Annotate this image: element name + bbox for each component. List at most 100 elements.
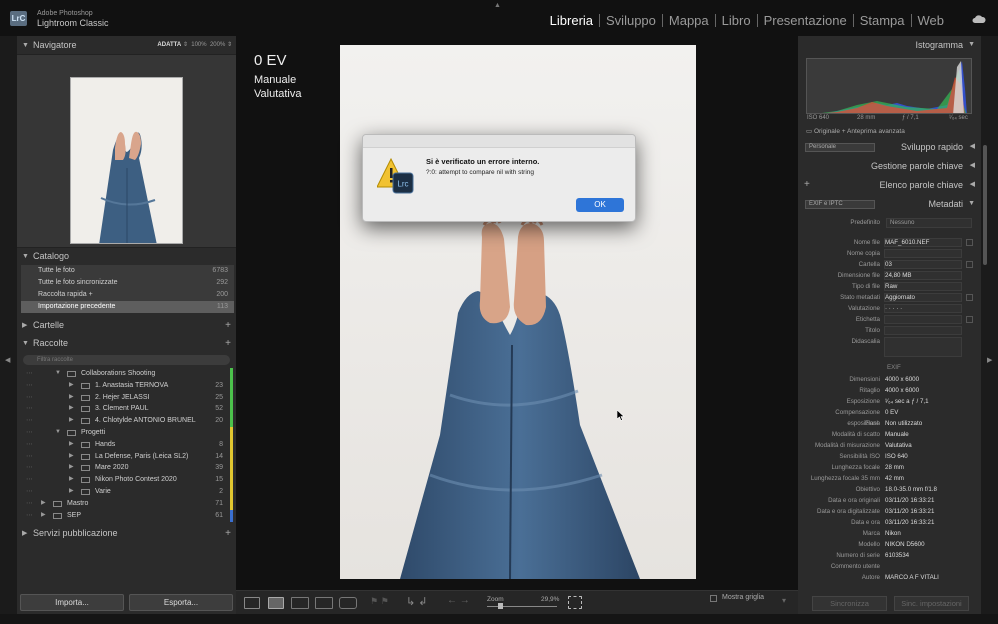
survey-view-icon[interactable] bbox=[315, 597, 333, 609]
add-folder-icon[interactable]: + bbox=[225, 317, 231, 334]
dialog-titlebar[interactable] bbox=[363, 135, 635, 148]
metadata-field-box[interactable] bbox=[884, 249, 962, 258]
expand-triangle-icon[interactable]: ▶ bbox=[69, 380, 74, 392]
collection-item[interactable]: ⋯ ▶ La Defense, Paris (Leica SL2) 14 bbox=[17, 450, 236, 463]
zoom-100[interactable]: 100% bbox=[191, 42, 206, 48]
catalog-item[interactable]: Tutte le foto sincronizzate 292 bbox=[21, 277, 234, 289]
histogram-header[interactable]: Istogramma ▼ bbox=[798, 36, 981, 54]
expand-triangle-icon[interactable]: ◀ bbox=[970, 138, 975, 156]
module-sviluppo[interactable]: Sviluppo bbox=[600, 14, 663, 27]
collections-filter-input[interactable]: Filtra raccolte bbox=[23, 355, 230, 365]
catalog-header[interactable]: ▼ Catalogo bbox=[17, 248, 236, 265]
toolbar-menu-icon[interactable]: ▾ bbox=[782, 596, 786, 605]
module-web[interactable]: Web bbox=[912, 14, 951, 27]
collapse-triangle-icon[interactable]: ▼ bbox=[968, 36, 975, 54]
expand-triangle-icon[interactable]: ▶ bbox=[69, 392, 74, 404]
collection-item[interactable]: ⋯ ▼ Progetti bbox=[17, 426, 236, 439]
module-presentazione[interactable]: Presentazione bbox=[758, 14, 854, 27]
collection-item[interactable]: ⋯ ▶ 3. Clement PAUL 52 bbox=[17, 403, 236, 416]
show-grid-checkbox[interactable] bbox=[710, 595, 717, 602]
publish-header[interactable]: ▶ Servizi pubblicazione + bbox=[17, 525, 236, 542]
collapse-triangle-icon[interactable]: ▼ bbox=[55, 427, 61, 439]
expand-triangle-icon[interactable]: ◀ bbox=[970, 157, 975, 175]
metadata-field-box[interactable] bbox=[884, 326, 962, 335]
quick-develop-header[interactable]: Personale Sviluppo rapido ◀ bbox=[798, 138, 981, 156]
collapse-triangle-icon[interactable]: ▶ bbox=[41, 510, 46, 522]
zoom-200[interactable]: 200% bbox=[210, 42, 225, 48]
loupe-view[interactable]: 0 EV Manuale Valutativa Lrc Si è verific… bbox=[236, 36, 798, 590]
collection-item[interactable]: ⋯ ▶ 2. Hejer JELASSI 25 bbox=[17, 391, 236, 404]
sync-settings-button[interactable]: Sinc. impostazioni bbox=[894, 596, 969, 611]
metadata-field-box[interactable] bbox=[884, 337, 962, 357]
metadata-field-box[interactable] bbox=[884, 260, 962, 269]
catalog-item[interactable]: Raccolta rapida + 200 bbox=[21, 289, 234, 301]
collection-item[interactable]: ⋯ ▶ SEP 61 bbox=[17, 509, 236, 522]
metadata-action-icon[interactable] bbox=[966, 316, 973, 323]
metadata-view-select[interactable]: EXIF e IPTC bbox=[805, 200, 875, 209]
collection-item[interactable]: ⋯ ▶ Mastro 71 bbox=[17, 497, 236, 510]
navigator-header[interactable]: ▼ Navigatore ADATTA ⇕ 100% 200% ⇕ bbox=[17, 37, 236, 54]
folders-header[interactable]: ▶ Cartelle + bbox=[17, 317, 236, 334]
zoom-fit[interactable]: ADATTA bbox=[157, 42, 181, 48]
people-view-icon[interactable] bbox=[339, 597, 357, 609]
expand-triangle-icon[interactable]: ▶ bbox=[69, 462, 74, 474]
filmstrip-edge[interactable] bbox=[0, 614, 998, 624]
keyword-list-header[interactable]: + Elenco parole chiave ◀ bbox=[798, 176, 981, 194]
catalog-item[interactable]: Tutte le foto 6783 bbox=[21, 265, 234, 277]
add-publish-icon[interactable]: + bbox=[225, 525, 231, 542]
collapse-triangle-icon[interactable]: ▼ bbox=[968, 195, 975, 213]
import-button[interactable]: Importa... bbox=[20, 594, 124, 611]
right-panel-scrollbar[interactable] bbox=[983, 145, 987, 265]
histogram-chart[interactable] bbox=[806, 58, 972, 114]
expand-triangle-icon[interactable]: ▶ bbox=[69, 486, 74, 498]
collection-item[interactable]: ⋯ ▶ Hands 8 bbox=[17, 438, 236, 451]
module-stampa[interactable]: Stampa bbox=[854, 14, 912, 27]
metadata-field-box[interactable] bbox=[884, 315, 962, 324]
collection-item[interactable]: ⋯ ▶ Varie 2 bbox=[17, 485, 236, 498]
expand-triangle-icon[interactable]: ▶ bbox=[22, 525, 27, 542]
flag-icon[interactable]: ⚑ ⚑ bbox=[370, 596, 389, 607]
navigator-zoom-options[interactable]: ADATTA ⇕ 100% 200% ⇕ bbox=[157, 37, 232, 54]
compare-view-icon[interactable] bbox=[291, 597, 309, 609]
left-panel-toggle-icon[interactable]: ◀ bbox=[5, 356, 10, 364]
collection-item[interactable]: ⋯ ▶ 1. Anastasia TERNOVA 23 bbox=[17, 379, 236, 392]
grid-view-icon[interactable] bbox=[244, 597, 260, 609]
cloud-sync-icon[interactable] bbox=[972, 14, 986, 24]
module-mappa[interactable]: Mappa bbox=[663, 14, 716, 27]
collection-item[interactable]: ⋯ ▶ Nikon Photo Contest 2020 15 bbox=[17, 474, 236, 487]
catalog-item[interactable]: Importazione precedente 113 bbox=[21, 301, 234, 313]
expand-triangle-icon[interactable]: ▶ bbox=[69, 451, 74, 463]
rotate-icon[interactable]: ↳ ↲ bbox=[406, 595, 428, 608]
expand-triangle-icon[interactable]: ▶ bbox=[69, 439, 74, 451]
collapse-triangle-icon[interactable]: ▼ bbox=[55, 368, 61, 380]
add-keyword-icon[interactable]: + bbox=[804, 176, 810, 194]
navigator-preview[interactable] bbox=[17, 54, 236, 248]
collapse-triangle-icon[interactable]: ▼ bbox=[22, 37, 29, 54]
crop-overlay-icon[interactable] bbox=[568, 596, 582, 609]
right-panel-toggle-icon[interactable]: ▶ bbox=[987, 356, 992, 364]
main-photo[interactable] bbox=[340, 45, 696, 579]
expand-triangle-icon[interactable]: ▶ bbox=[69, 403, 74, 415]
collection-item[interactable]: ⋯ ▼ Collaborations Shooting bbox=[17, 368, 236, 380]
collection-item[interactable]: ⋯ ▶ 4. Chlotylde ANTONIO BRUNEL 20 bbox=[17, 415, 236, 428]
prev-next-icon[interactable]: ← → bbox=[447, 595, 470, 606]
right-edge[interactable]: ▶ bbox=[981, 36, 998, 614]
module-libreria[interactable]: Libreria bbox=[544, 14, 601, 27]
metadata-action-icon[interactable] bbox=[966, 261, 973, 268]
top-panel-toggle-icon[interactable]: ▲ bbox=[494, 2, 501, 9]
metadata-header[interactable]: EXIF e IPTC Metadati ▼ bbox=[798, 195, 981, 213]
collections-header[interactable]: ▼ Raccolte + bbox=[17, 335, 236, 352]
collapse-triangle-icon[interactable]: ▶ bbox=[41, 498, 46, 510]
collapse-triangle-icon[interactable]: ▼ bbox=[22, 248, 29, 265]
export-button[interactable]: Esporta... bbox=[129, 594, 233, 611]
metadata-action-icon[interactable] bbox=[966, 294, 973, 301]
sync-button[interactable]: Sincronizza bbox=[812, 596, 887, 611]
collection-item[interactable]: ⋯ ▶ Mare 2020 39 bbox=[17, 462, 236, 475]
module-libro[interactable]: Libro bbox=[716, 14, 758, 27]
zoom-slider-thumb[interactable] bbox=[498, 603, 503, 609]
expand-triangle-icon[interactable]: ▶ bbox=[22, 317, 27, 334]
left-edge[interactable]: ◀ bbox=[0, 36, 17, 614]
expand-triangle-icon[interactable]: ▶ bbox=[69, 474, 74, 486]
keywording-header[interactable]: Gestione parole chiave ◀ bbox=[798, 157, 981, 175]
expand-triangle-icon[interactable]: ◀ bbox=[970, 176, 975, 194]
